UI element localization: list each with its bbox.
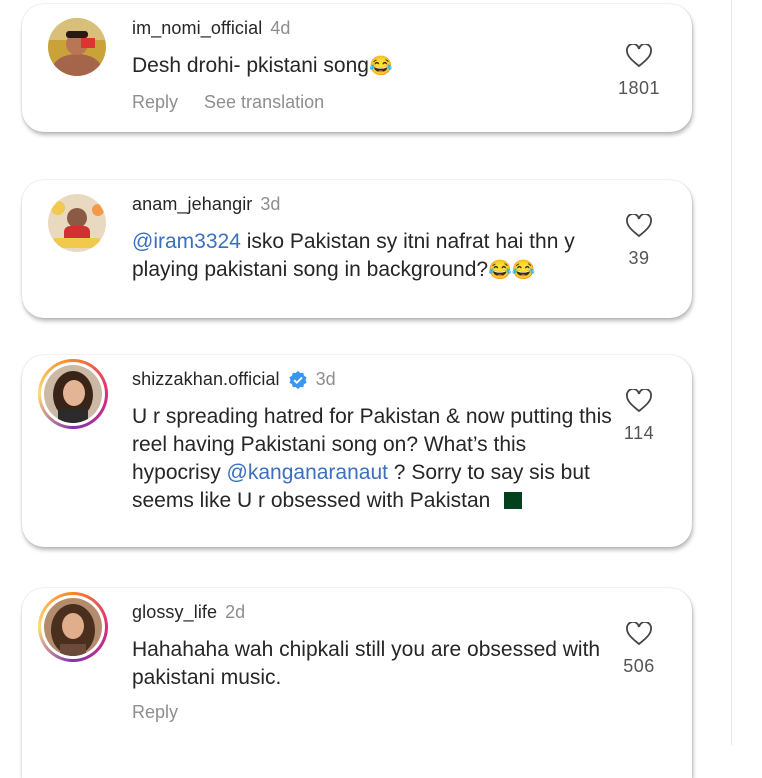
like-count: 506	[623, 656, 655, 676]
avatar-story-ring[interactable]	[38, 592, 108, 662]
comment-actions: Reply	[132, 702, 178, 723]
verified-badge-icon	[288, 370, 308, 390]
comment-header: glossy_life 2d	[132, 602, 245, 623]
like-count: 114	[623, 423, 655, 443]
comment-header: anam_jehangir 3d	[132, 194, 280, 215]
username[interactable]: im_nomi_official	[132, 18, 262, 39]
comment-actions: Reply See translation	[132, 92, 324, 113]
mention-link[interactable]: @iram3324	[132, 230, 241, 253]
comment-text: Hahahaha wah chipkali still you are obse…	[132, 636, 602, 692]
timestamp: 3d	[315, 369, 336, 389]
heart-icon[interactable]	[626, 389, 652, 413]
heart-icon[interactable]	[626, 622, 652, 646]
comment-text: Desh drohi- pkistani song😂	[132, 52, 602, 81]
username[interactable]: anam_jehangir	[132, 194, 252, 215]
timestamp: 2d	[225, 602, 246, 622]
avatar[interactable]	[48, 18, 106, 76]
comment-card: im_nomi_official 4d Desh drohi- pkistani…	[22, 4, 692, 132]
avatar-photo	[44, 598, 102, 656]
see-translation-button[interactable]: See translation	[204, 92, 324, 113]
comment-text: @iram3324 isko Pakistan sy itni nafrat h…	[132, 228, 602, 285]
pakistan-flag-icon	[498, 492, 523, 509]
avatar-photo	[48, 194, 106, 252]
username[interactable]: shizzakhan.official	[132, 369, 280, 390]
like-control: 506	[614, 622, 664, 677]
avatar	[41, 362, 105, 426]
timestamp: 4d	[270, 18, 291, 38]
laughing-emoji: 😂	[368, 56, 393, 77]
like-control: 1801	[614, 44, 664, 99]
reply-button[interactable]: Reply	[132, 702, 178, 723]
comment-header: im_nomi_official 4d	[132, 18, 290, 39]
like-count: 39	[628, 248, 650, 268]
avatar	[41, 595, 105, 659]
comment-header: shizzakhan.official 3d	[132, 369, 336, 390]
comment-card: anam_jehangir 3d @iram3324 isko Pakistan…	[22, 180, 692, 318]
like-control: 39	[614, 214, 664, 269]
comment-text: U r spreading hatred for Pakistan & now …	[132, 403, 612, 515]
comment-card: shizzakhan.official 3d U r spreading hat…	[22, 355, 692, 547]
username[interactable]: glossy_life	[132, 602, 217, 623]
reply-button[interactable]: Reply	[132, 92, 178, 113]
avatar-photo	[48, 18, 106, 76]
scrollbar-track[interactable]	[731, 0, 732, 745]
avatar-photo	[44, 365, 102, 423]
heart-icon[interactable]	[626, 214, 652, 238]
mention-link[interactable]: @kanganaranaut	[227, 461, 388, 484]
comment-body: Hahahaha wah chipkali still you are obse…	[132, 638, 601, 689]
heart-icon[interactable]	[626, 44, 652, 68]
timestamp: 3d	[260, 194, 281, 214]
comment-body: Desh drohi- pkistani song	[132, 54, 369, 77]
like-count: 1801	[617, 78, 661, 98]
avatar[interactable]	[48, 194, 106, 252]
comment-card: glossy_life 2d Hahahaha wah chipkali sti…	[22, 588, 692, 778]
like-control: 114	[614, 389, 664, 444]
laughing-emoji: 😂😂	[488, 260, 536, 281]
avatar-story-ring[interactable]	[38, 359, 108, 429]
comments-feed: im_nomi_official 4d Desh drohi- pkistani…	[0, 0, 762, 778]
